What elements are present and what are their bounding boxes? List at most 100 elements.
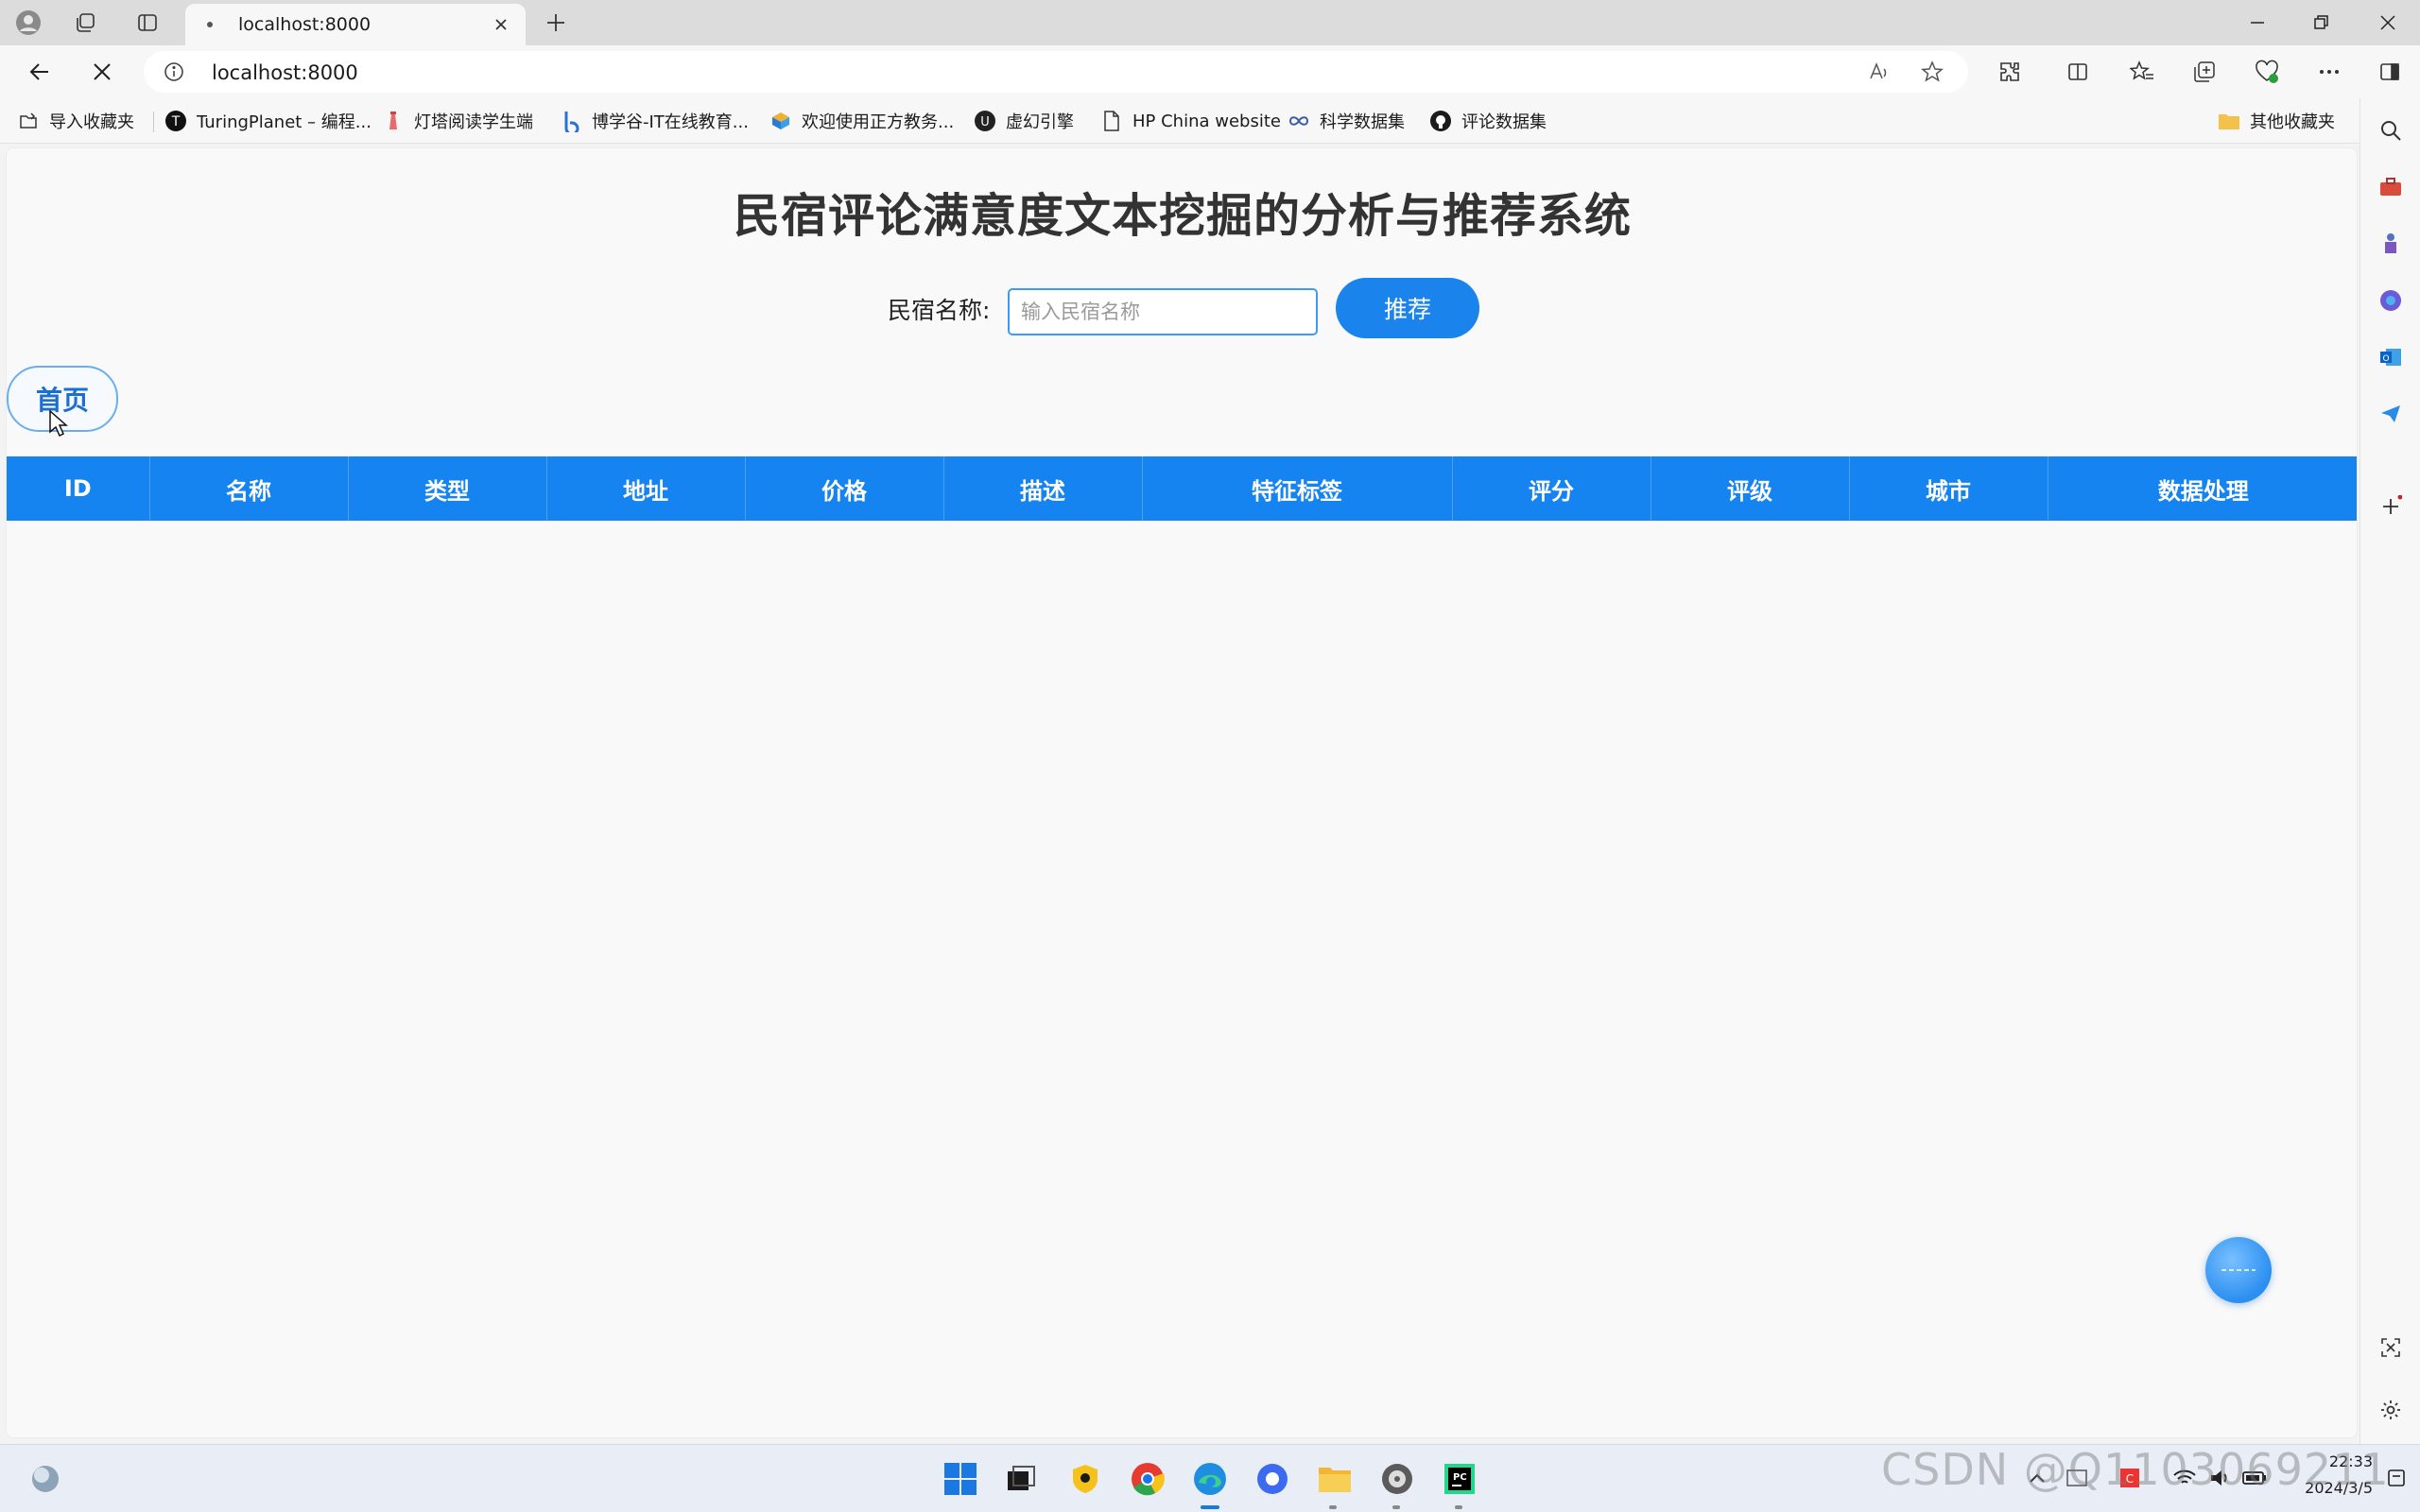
bookmark-hp-china[interactable]: HP China website <box>1100 108 1281 134</box>
navigation-bar: localhost:8000 <box>0 45 2420 98</box>
extensions-icon[interactable] <box>1993 55 2027 89</box>
workspaces-icon[interactable] <box>70 8 100 38</box>
browser-essentials-icon[interactable] <box>2250 55 2284 89</box>
stop-loading-icon[interactable] <box>85 55 119 89</box>
outlook-icon[interactable]: O <box>2376 342 2406 372</box>
page-title: 民宿评论满意度文本挖掘的分析与推荐系统 <box>733 189 1632 243</box>
bookmark-label: 虚幻引擎 <box>1006 112 1074 132</box>
back-icon[interactable] <box>23 55 57 89</box>
sidebar-toggle-icon[interactable] <box>2373 55 2407 89</box>
widgets-icon[interactable] <box>26 1460 64 1498</box>
restore-icon[interactable] <box>2291 0 2352 45</box>
media-app-icon[interactable] <box>1378 1460 1416 1498</box>
chat-app-icon[interactable] <box>1253 1460 1291 1498</box>
split-screen-icon[interactable] <box>2061 55 2095 89</box>
bookmark-science-dataset[interactable]: 科学数据集 <box>1288 108 1405 134</box>
bookmark-boxuegu[interactable]: 博学谷-IT在线教育... <box>560 108 749 134</box>
close-tab-icon[interactable] <box>488 11 514 38</box>
bookmark-label: 科学数据集 <box>1320 112 1405 132</box>
lighthouse-icon <box>382 110 405 132</box>
bookmark-label: 导入收藏夹 <box>49 112 134 132</box>
github-icon <box>1429 110 1452 132</box>
column-header-price[interactable]: 价格 <box>745 456 944 521</box>
floating-action-button[interactable] <box>2205 1237 2272 1303</box>
app-indicator <box>1392 1505 1400 1509</box>
column-header-description[interactable]: 描述 <box>943 456 1143 521</box>
more-options-icon[interactable] <box>2312 55 2346 89</box>
bookmark-review-dataset[interactable]: 评论数据集 <box>1429 108 1547 134</box>
search-icon[interactable] <box>2376 115 2406 146</box>
tab-actions-icon[interactable] <box>132 8 163 38</box>
column-header-type[interactable]: 类型 <box>348 456 547 521</box>
app-indicator <box>1455 1505 1462 1509</box>
pycharm-icon[interactable]: PC <box>1441 1460 1478 1498</box>
close-window-icon[interactable] <box>2358 0 2418 45</box>
site-info-icon[interactable] <box>163 60 185 83</box>
table-header-row: ID 名称 类型 地址 价格 描述 特征标签 评分 评级 城市 数据处理 <box>7 456 2357 521</box>
column-header-score[interactable]: 评分 <box>1452 456 1651 521</box>
favorites-icon[interactable] <box>2125 55 2159 89</box>
svg-text:PC: PC <box>1453 1472 1467 1483</box>
floating-button-icon <box>2221 1269 2256 1271</box>
bookmarks-bar: 导入收藏夹 T TuringPlanet – 编程... 灯塔阅读学生端 博学谷… <box>0 98 2420 144</box>
games-icon[interactable] <box>2376 229 2406 259</box>
bookmark-label: 其他收藏夹 <box>2250 112 2335 132</box>
security-app-icon[interactable] <box>1066 1460 1104 1498</box>
homestay-name-input[interactable] <box>1008 288 1318 335</box>
screenshot-icon[interactable] <box>2376 1332 2406 1363</box>
new-tab-icon[interactable] <box>541 8 571 38</box>
turingplanet-icon: T <box>164 110 187 132</box>
tab-title: localhost:8000 <box>238 14 372 35</box>
unreal-icon: U <box>974 110 996 132</box>
recommend-button[interactable]: 推荐 <box>1336 278 1479 338</box>
search-label: 民宿名称: <box>888 297 991 324</box>
address-bar[interactable]: localhost:8000 <box>144 51 1968 93</box>
bookmark-turingplanet[interactable]: T TuringPlanet – 编程... <box>164 108 372 134</box>
page-viewport: 民宿评论满意度文本挖掘的分析与推荐系统 民宿名称: 推荐 首页 ID 名称 类型… <box>6 147 2358 1438</box>
column-header-feature-tags[interactable]: 特征标签 <box>1142 456 1453 521</box>
bookmark-label: 评论数据集 <box>1461 112 1547 132</box>
column-header-city[interactable]: 城市 <box>1849 456 2048 521</box>
column-header-data-processing[interactable]: 数据处理 <box>2048 456 2357 521</box>
loading-icon <box>200 15 219 34</box>
file-explorer-icon[interactable] <box>1316 1460 1354 1498</box>
profile-icon[interactable] <box>13 8 43 38</box>
import-icon <box>17 110 40 132</box>
minimize-icon[interactable] <box>2227 0 2288 45</box>
task-view-icon[interactable] <box>1002 1460 1040 1498</box>
tab-bar: localhost:8000 <box>0 0 2420 45</box>
collections-icon[interactable] <box>2187 55 2221 89</box>
infinity-icon <box>1288 110 1310 132</box>
edge-sidebar: O <box>2360 98 2420 1444</box>
tools-icon[interactable] <box>2376 172 2406 202</box>
chrome-icon[interactable] <box>1129 1460 1167 1498</box>
column-header-address[interactable]: 地址 <box>546 456 746 521</box>
bookmark-separator <box>153 112 154 132</box>
browser-tab[interactable]: localhost:8000 <box>185 4 526 45</box>
column-header-id[interactable]: ID <box>7 456 150 521</box>
mouse-cursor-icon <box>49 409 68 438</box>
read-aloud-icon[interactable] <box>1866 59 1893 85</box>
other-bookmarks-folder[interactable]: 其他收藏夹 <box>2218 108 2335 134</box>
add-sidebar-app-icon[interactable] <box>2376 491 2406 522</box>
bookmark-label: TuringPlanet – 编程... <box>197 112 372 132</box>
bookmark-lighthouse[interactable]: 灯塔阅读学生端 <box>382 108 533 134</box>
copilot-icon[interactable] <box>2376 285 2406 316</box>
homestay-table: ID 名称 类型 地址 价格 描述 特征标签 评分 评级 城市 数据处理 <box>7 456 2357 521</box>
windows-start-icon[interactable] <box>942 1460 979 1498</box>
send-icon[interactable] <box>2376 399 2406 429</box>
url-text[interactable]: localhost:8000 <box>212 61 358 84</box>
zhengfang-icon <box>769 110 792 132</box>
favorite-star-icon[interactable] <box>1919 59 1945 85</box>
svg-text:U: U <box>980 115 990 129</box>
app-indicator <box>1329 1505 1337 1509</box>
bookmark-unreal[interactable]: U 虚幻引擎 <box>974 108 1074 134</box>
folder-icon <box>2218 110 2240 132</box>
column-header-name[interactable]: 名称 <box>149 456 349 521</box>
bookmark-label: 欢迎使用正方教务... <box>802 112 955 132</box>
edge-icon[interactable] <box>1191 1460 1229 1498</box>
bookmark-import[interactable]: 导入收藏夹 <box>17 108 134 134</box>
bookmark-zhengfang[interactable]: 欢迎使用正方教务... <box>769 108 954 134</box>
settings-icon[interactable] <box>2376 1395 2406 1425</box>
column-header-rating[interactable]: 评级 <box>1651 456 1850 521</box>
